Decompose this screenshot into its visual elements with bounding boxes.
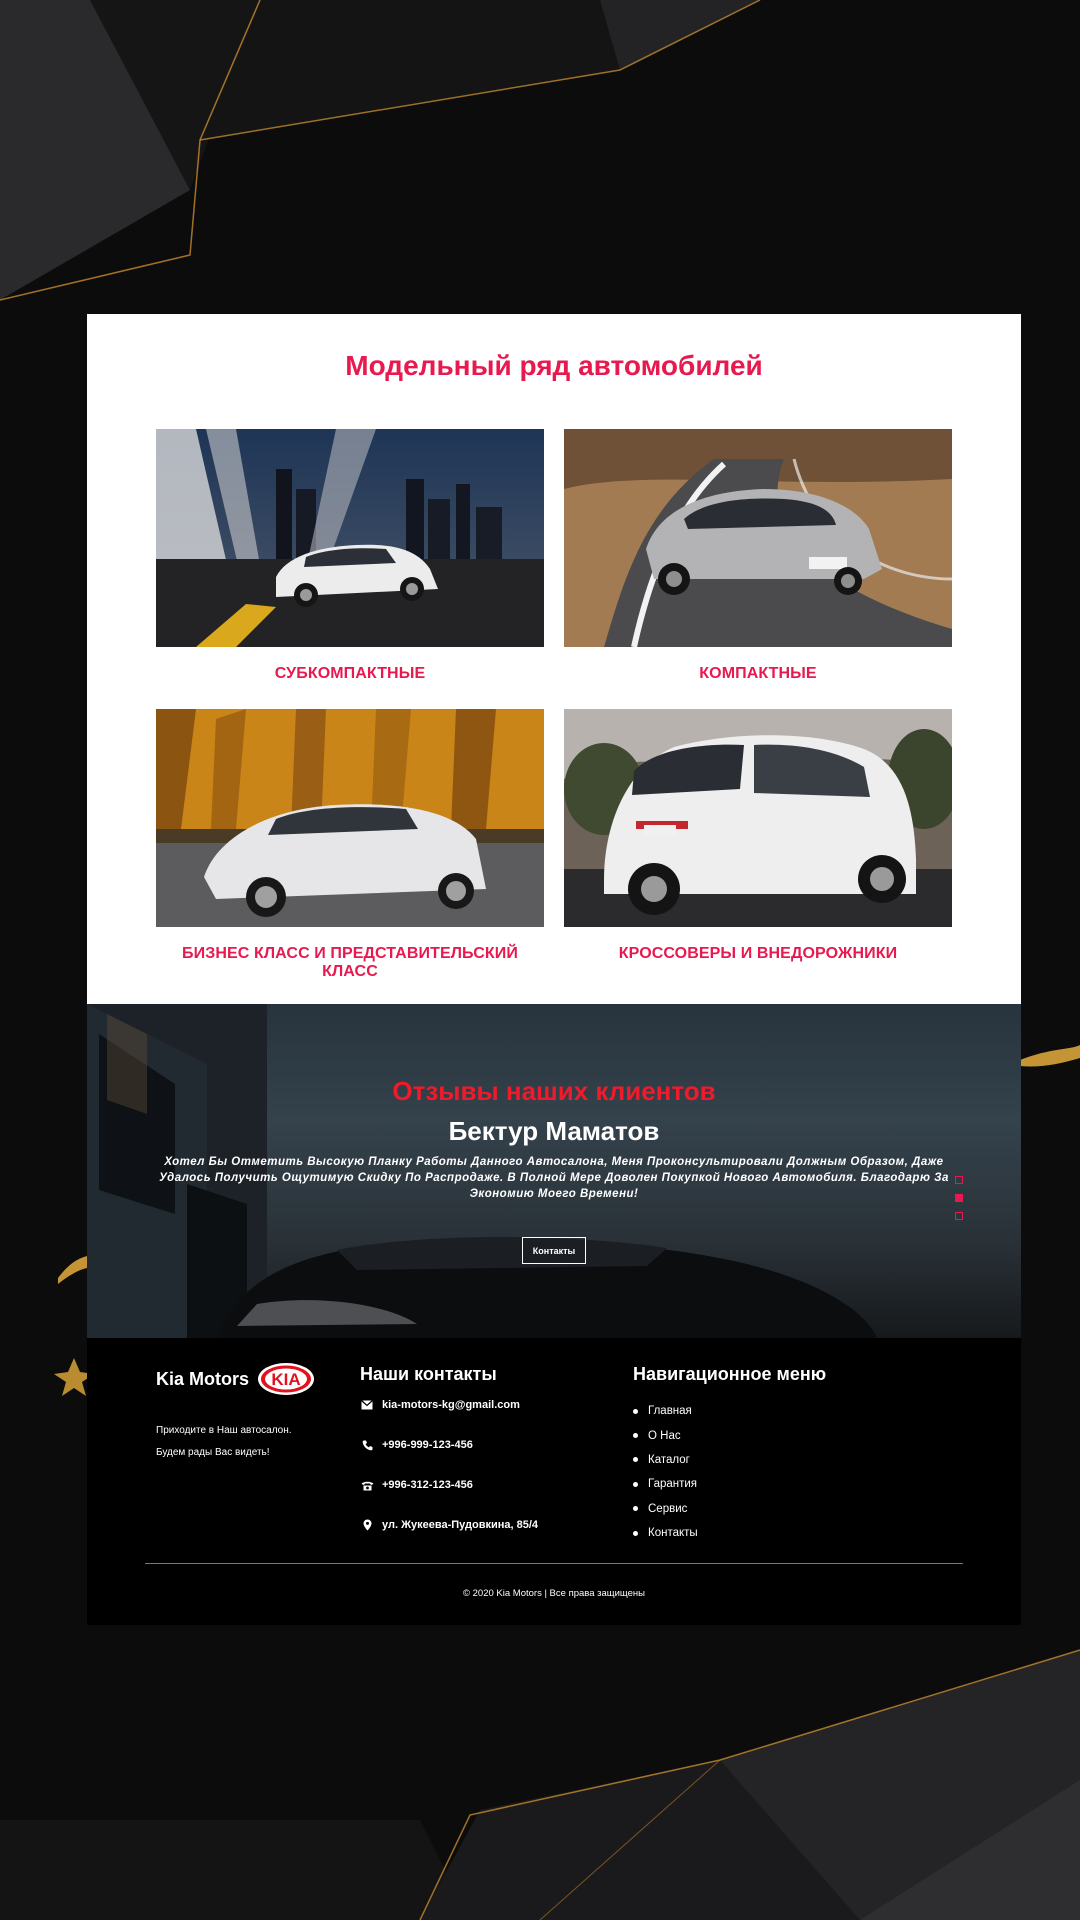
address-text[interactable]: ул. Жукеева-Пудовкина, 85/4	[382, 1519, 538, 1531]
office-phone-icon	[360, 1480, 374, 1491]
copyright-text: © 2020 Kia Motors | Все права защищены	[463, 1588, 645, 1599]
nav-list: Главная О Нас Каталог Гарантия Сервис Ко…	[633, 1399, 826, 1545]
nav-label[interactable]: Сервис	[648, 1503, 687, 1515]
reviews-section: Отзывы наших клиентов Бектур Маматов Хот…	[87, 1004, 1021, 1338]
slider-dot-3[interactable]	[955, 1212, 963, 1220]
contacts-title: Наши контакты	[360, 1364, 497, 1384]
subcompact-car-photo[interactable]	[156, 429, 544, 647]
compact-car-photo[interactable]	[564, 429, 952, 647]
compact-label[interactable]: КОМПАКТНЫЕ	[564, 665, 952, 683]
footer-navigation: Навигационное меню Главная О Нас Каталог…	[633, 1364, 826, 1545]
slider-dot-1[interactable]	[955, 1176, 963, 1184]
contacts-column: Наши контакты kia-motors-kg@gmail.com +9…	[360, 1364, 538, 1545]
crossover-label[interactable]: КРОССОВЕРЫ И ВНЕДОРОЖНИКИ	[564, 945, 952, 963]
models-title: Модельный ряд автомобилей	[345, 350, 763, 381]
nav-item-service[interactable]: Сервис	[633, 1497, 826, 1521]
contact-address[interactable]: ул. Жукеева-Пудовкина, 85/4	[360, 1505, 538, 1545]
nav-label[interactable]: Гарантия	[648, 1478, 697, 1490]
footer-divider	[145, 1563, 963, 1564]
nav-item-about[interactable]: О Нас	[633, 1423, 826, 1447]
brand-name: Kia Motors	[156, 1368, 250, 1389]
svg-text:KIA: KIA	[271, 1370, 300, 1389]
slider-dot-2[interactable]	[955, 1194, 963, 1202]
footer-brand: Kia Motors KIA	[156, 1362, 315, 1396]
contacts-button[interactable]: Контакты	[522, 1237, 586, 1264]
review-slider-dots	[955, 1176, 963, 1230]
location-pin-icon	[360, 1519, 374, 1531]
contact-office-phone[interactable]: +996-312-123-456	[360, 1465, 538, 1505]
nav-title: Навигационное меню	[633, 1364, 827, 1384]
office-phone-text[interactable]: +996-312-123-456	[382, 1479, 473, 1491]
kia-logo[interactable]: KIA	[257, 1362, 315, 1396]
model-card-business[interactable]: БИЗНЕС КЛАСС И ПРЕДСТАВИТЕЛЬСКИЙ КЛАСС	[156, 709, 544, 981]
nav-item-home[interactable]: Главная	[633, 1399, 826, 1423]
envelope-icon	[360, 1400, 374, 1410]
business-car-photo[interactable]	[156, 709, 544, 927]
reviews-heading: Отзывы наших клиентов	[392, 1076, 716, 1106]
mobile-phone-text[interactable]: +996-999-123-456	[382, 1439, 473, 1451]
nav-item-catalog[interactable]: Каталог	[633, 1448, 826, 1472]
footer: Kia Motors KIA Приходите в Наш автосалон…	[87, 1338, 1021, 1625]
nav-label[interactable]: Главная	[648, 1405, 692, 1417]
phone-icon	[360, 1440, 374, 1451]
model-card-subcompact[interactable]: СУБКОМПАКТНЫЕ	[156, 429, 544, 683]
reviewer-name: Бектур Маматов	[448, 1116, 660, 1146]
subcompact-label[interactable]: СУБКОМПАКТНЫЕ	[156, 665, 544, 683]
nav-label[interactable]: О Нас	[648, 1430, 681, 1442]
car-models-section: Модельный ряд автомобилей СУБКОМПАКТНЫЕ …	[87, 314, 1021, 1004]
nav-label[interactable]: Каталог	[648, 1454, 690, 1466]
email-text[interactable]: kia-motors-kg@gmail.com	[382, 1399, 520, 1411]
nav-item-contacts[interactable]: Контакты	[633, 1521, 826, 1545]
review-text: Хотел Бы Отметить Высокую Планку Работы …	[159, 1156, 949, 1200]
brand-description: Приходите в Наш автосалон. Будем рады Ва…	[156, 1420, 292, 1464]
model-card-compact[interactable]: КОМПАКТНЫЕ	[564, 429, 952, 683]
page-content: Модельный ряд автомобилей СУБКОМПАКТНЫЕ …	[87, 314, 1021, 1625]
crossover-car-photo[interactable]	[564, 709, 952, 927]
contact-email[interactable]: kia-motors-kg@gmail.com	[360, 1385, 538, 1425]
brand-line-1: Приходите в Наш автосалон.	[156, 1425, 292, 1436]
nav-label[interactable]: Контакты	[648, 1527, 698, 1539]
brand-line-2: Будем рады Вас видеть!	[156, 1447, 270, 1458]
contact-mobile-phone[interactable]: +996-999-123-456	[360, 1425, 538, 1465]
nav-item-warranty[interactable]: Гарантия	[633, 1472, 826, 1496]
model-card-crossover[interactable]: КРОССОВЕРЫ И ВНЕДОРОЖНИКИ	[564, 709, 952, 963]
business-label[interactable]: БИЗНЕС КЛАСС И ПРЕДСТАВИТЕЛЬСКИЙ КЛАСС	[156, 945, 544, 981]
